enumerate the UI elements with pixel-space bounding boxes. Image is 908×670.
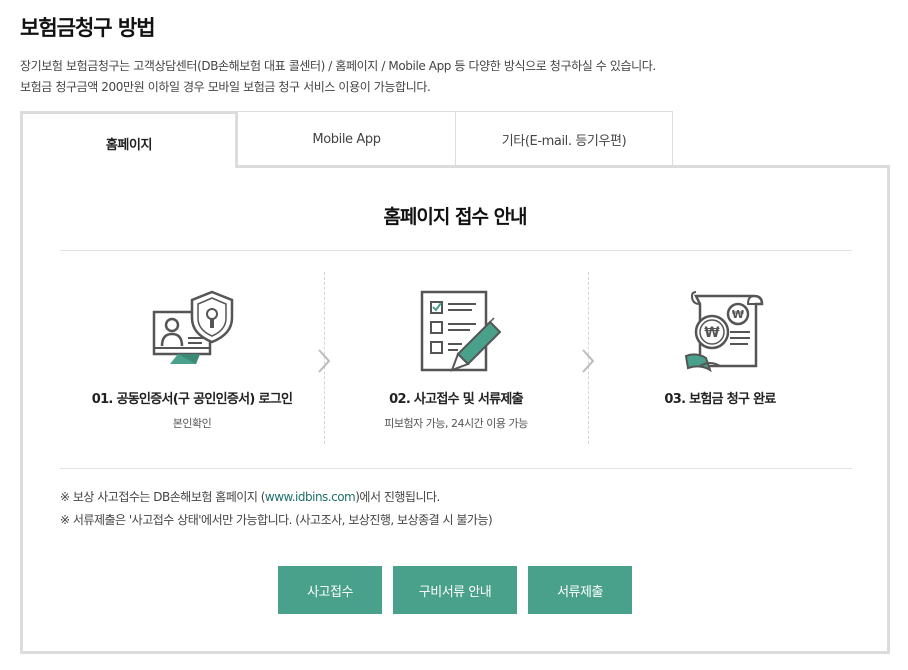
- step-1-subtitle: 본인확인: [172, 417, 212, 430]
- svg-text:₩: ₩: [732, 308, 744, 321]
- intro-text: 장기보험 보험금청구는 고객상담센터(DB손해보험 대표 콜센터) / 홈페이지…: [20, 56, 656, 98]
- won-coin-receipt-icon: ₩ ₩: [684, 291, 764, 373]
- note-1-suffix: )에서 진행됩니다.: [355, 490, 440, 504]
- process-steps: 01. 공동인증서(구 공인인증서) 로그인 본인확인 02. 사고접수 및 서…: [60, 272, 852, 444]
- intro-line-2: 보험금 청구금액 200만원 이하일 경우 모바일 보험금 청구 서비스 이용이…: [20, 80, 431, 94]
- submit-documents-button[interactable]: 서류제출: [528, 566, 632, 614]
- homepage-link[interactable]: www.idbins.com: [265, 490, 356, 504]
- step-3-title: 03. 보험금 청구 완료: [664, 392, 776, 407]
- tab-homepage[interactable]: 홈페이지: [20, 111, 238, 168]
- checklist-pencil-icon: [420, 290, 502, 372]
- computer-shield-icon: [152, 290, 234, 364]
- step-2: 02. 사고접수 및 서류제출 피보험자 가능, 24시간 이용 가능: [324, 272, 588, 444]
- method-tabs: 홈페이지 Mobile App 기타(E-mail. 등기우편): [20, 111, 673, 168]
- tab-panel-homepage: 홈페이지 접수 안내 01. 공동인증서(구 공인인증서) 로그인 본인확인 0…: [20, 165, 890, 654]
- divider-bottom: [60, 468, 852, 469]
- note-1: ※ 보상 사고접수는 DB손해보험 홈페이지 (www.idbins.com)에…: [60, 486, 492, 509]
- svg-text:₩: ₩: [704, 325, 720, 341]
- required-documents-button[interactable]: 구비서류 안내: [393, 566, 517, 614]
- intro-line-1: 장기보험 보험금청구는 고객상담센터(DB손해보험 대표 콜센터) / 홈페이지…: [20, 59, 656, 73]
- divider-top: [60, 250, 852, 251]
- panel-title: 홈페이지 접수 안내: [383, 206, 527, 228]
- step-3: ₩ ₩ 03. 보험금 청구 완료: [588, 272, 852, 444]
- note-1-prefix: ※ 보상 사고접수는 DB손해보험 홈페이지 (: [60, 490, 265, 504]
- tab-etc-email-mail[interactable]: 기타(E-mail. 등기우편): [456, 111, 673, 167]
- accident-report-button[interactable]: 사고접수: [278, 566, 382, 614]
- note-2: ※ 서류제출은 '사고접수 상태'에서만 가능합니다. (사고조사, 보상진행,…: [60, 513, 493, 527]
- step-1: 01. 공동인증서(구 공인인증서) 로그인 본인확인: [60, 272, 324, 444]
- step-2-title: 02. 사고접수 및 서류제출: [389, 392, 523, 407]
- page-title: 보험금청구 방법: [20, 16, 156, 40]
- notes: ※ 보상 사고접수는 DB손해보험 홈페이지 (www.idbins.com)에…: [60, 486, 493, 532]
- step-2-subtitle: 피보험자 가능, 24시간 이용 가능: [384, 417, 528, 430]
- tab-mobile-app[interactable]: Mobile App: [238, 111, 456, 167]
- step-1-title: 01. 공동인증서(구 공인인증서) 로그인: [91, 392, 293, 407]
- action-buttons: 사고접수 구비서류 안내 서류제출: [278, 566, 632, 614]
